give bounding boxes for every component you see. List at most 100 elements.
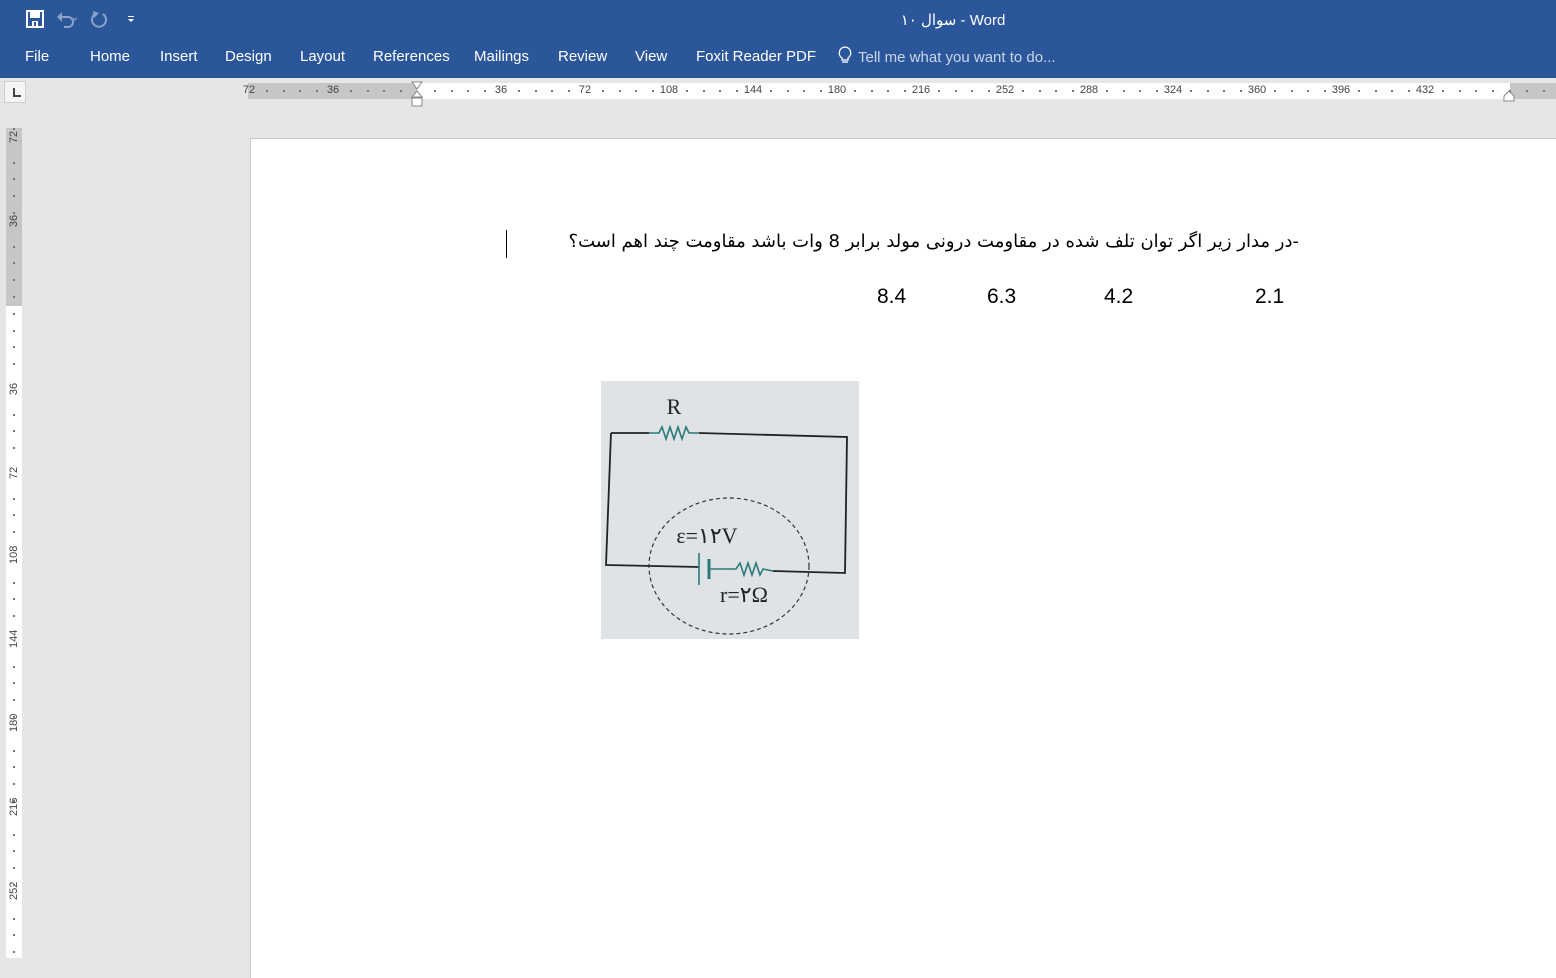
ruler-tick-label: 432 — [1415, 84, 1435, 96]
ruler-tick-label: 288 — [1079, 84, 1099, 96]
resistor-r-label: R — [667, 394, 682, 419]
ruler-tick — [1039, 90, 1041, 92]
tell-me-text[interactable]: Tell me what you want to do... — [858, 49, 1056, 66]
ruler-tick — [1274, 90, 1276, 92]
tab-insert[interactable]: Insert — [160, 48, 198, 65]
ruler-tick — [13, 212, 15, 214]
ruler-tick — [1223, 90, 1225, 92]
ruler-tick — [988, 90, 990, 92]
ruler-tick — [1055, 90, 1057, 92]
ruler-tick — [602, 90, 604, 92]
tab-layout[interactable]: Layout — [300, 48, 345, 65]
text-cursor — [506, 230, 507, 258]
tab-home[interactable]: Home — [90, 48, 130, 65]
ruler-tick-label: 144 — [8, 629, 20, 648]
ruler-tick — [13, 498, 15, 500]
circuit-figure[interactable]: R ε=۱۲V r=۲Ω — [601, 381, 859, 639]
ruler-tick — [1123, 90, 1125, 92]
internal-resistance-label: r=۲Ω — [720, 582, 768, 607]
tab-view[interactable]: View — [635, 48, 667, 65]
ruler-tick — [1139, 90, 1141, 92]
ruler-tick — [13, 850, 15, 852]
ruler-tick — [434, 90, 436, 92]
ruler-tick-label: 108 — [8, 545, 20, 564]
tab-file[interactable]: File — [25, 48, 49, 65]
ruler-tick — [1207, 90, 1209, 92]
ruler-tick — [719, 90, 721, 92]
ruler-tick — [13, 800, 15, 802]
horizontal-ruler-area: 72 36 36 72 108 144 180 216 252 288 324 360 396 432 — [0, 78, 1556, 106]
indent-marker[interactable] — [411, 80, 423, 108]
tab-design[interactable]: Design — [225, 48, 272, 65]
ruler-tick-label: 108 — [659, 84, 679, 96]
ruler-tick-label: 36 — [494, 84, 508, 96]
ruler-tick-label: 252 — [995, 84, 1015, 96]
ruler-tick — [1106, 90, 1108, 92]
ruler-tick-label: 72 — [8, 466, 20, 480]
ruler-tick — [13, 582, 15, 584]
ruler-tick-label: 144 — [743, 84, 763, 96]
ruler-tick — [13, 296, 15, 298]
option-2[interactable]: 4.2 — [1104, 285, 1133, 309]
ruler-tick — [467, 90, 469, 92]
ruler-tick-label: 72 — [8, 130, 20, 144]
option-4[interactable]: 8.4 — [877, 285, 906, 309]
ruler-tick — [13, 783, 15, 785]
ruler-tick — [484, 90, 486, 92]
horizontal-ruler[interactable]: 72 36 36 72 108 144 180 216 252 288 324 360 396 432 — [243, 83, 1556, 99]
ruler-tick — [13, 162, 15, 164]
ruler-tick — [13, 178, 15, 180]
tell-me-search[interactable]: Tell me what you want to do... — [838, 46, 1056, 68]
tab-references[interactable]: References — [373, 48, 450, 65]
ruler-tick — [13, 716, 15, 718]
tab-mailings[interactable]: Mailings — [474, 48, 529, 65]
ruler-tick-label: 252 — [8, 881, 20, 900]
ruler-tick — [1291, 90, 1293, 92]
ruler-tick — [1526, 90, 1528, 92]
option-1[interactable]: 2.1 — [1255, 285, 1284, 309]
ruler-tick-label: 36 — [326, 84, 340, 96]
ruler-tick — [13, 363, 15, 365]
ruler-tick — [703, 90, 705, 92]
circuit-diagram: R ε=۱۲V r=۲Ω — [601, 381, 859, 639]
ruler-tick-label: 36 — [8, 382, 20, 396]
ruler-tick — [938, 90, 940, 92]
right-indent-marker[interactable] — [1503, 90, 1515, 102]
ruler-tick — [736, 90, 738, 92]
ruler-tick — [619, 90, 621, 92]
ruler-tick — [13, 531, 15, 533]
ruler-tick — [367, 90, 369, 92]
ruler-tick — [13, 330, 15, 332]
ruler-tick — [13, 918, 15, 920]
ruler-tick-label: 180 — [827, 84, 847, 96]
ruler-tick — [1442, 90, 1444, 92]
tab-stop-selector[interactable] — [4, 81, 26, 103]
tab-review[interactable]: Review — [558, 48, 607, 65]
ruler-tick — [13, 279, 15, 281]
ruler-tick — [854, 90, 856, 92]
vertical-ruler[interactable]: 72 36 36 72 108 144 180 216 252 — [6, 128, 22, 958]
ruler-tick — [1072, 90, 1074, 92]
document-page[interactable]: -در مدار زیر اگر توان تلف شده در مقاومت … — [250, 138, 1556, 978]
ruler-tick-label: 396 — [1331, 84, 1351, 96]
ruler-tick — [383, 90, 385, 92]
ruler-tick — [1543, 90, 1545, 92]
ruler-tick — [451, 90, 453, 92]
window-title: سوال ۱۰ - Word — [900, 12, 1006, 29]
question-text[interactable]: -در مدار زیر اگر توان تلف شده در مقاومت … — [569, 231, 1299, 252]
ruler-tick — [13, 615, 15, 617]
ruler-tick — [13, 514, 15, 516]
ruler-tick — [1408, 90, 1410, 92]
ruler-tick — [635, 90, 637, 92]
ruler-tick — [13, 128, 15, 130]
ruler-tick — [652, 90, 654, 92]
ruler-tick — [887, 90, 889, 92]
ruler-tick — [770, 90, 772, 92]
tab-foxit-reader-pdf[interactable]: Foxit Reader PDF — [696, 48, 816, 65]
ruler-tick-label: 360 — [1247, 84, 1267, 96]
ruler-tick — [13, 246, 15, 248]
ruler-tick — [568, 90, 570, 92]
ruler-tick — [1307, 90, 1309, 92]
option-3[interactable]: 6.3 — [987, 285, 1016, 309]
ruler-tick — [1022, 90, 1024, 92]
